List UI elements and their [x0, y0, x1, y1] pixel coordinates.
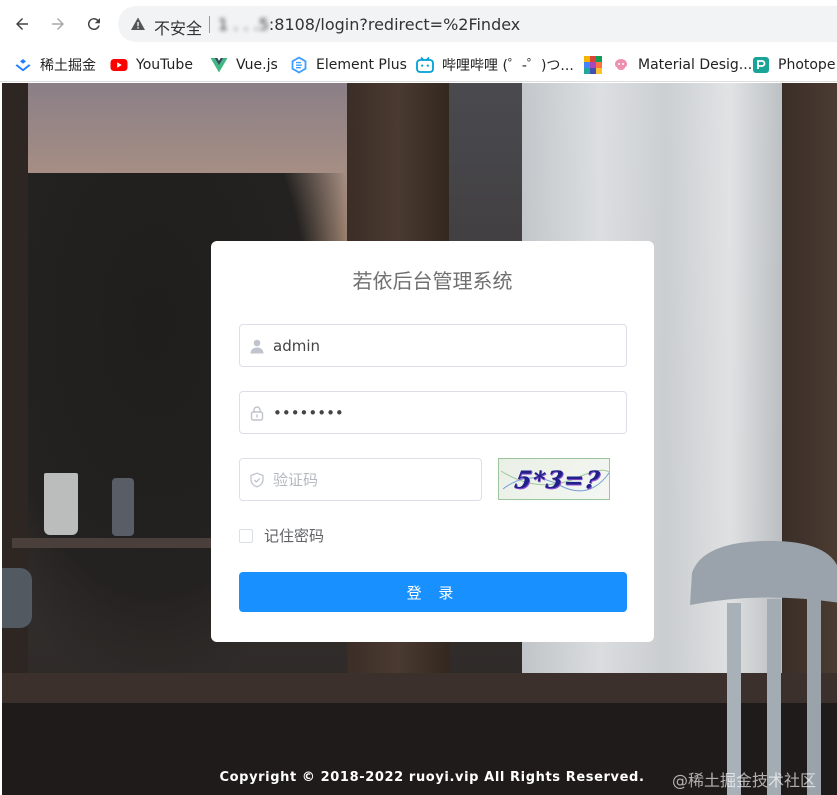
shield-check-icon	[250, 472, 264, 488]
watermark-text: @稀土掘金技术社区	[672, 771, 817, 790]
background-shelf	[12, 538, 212, 548]
page-viewport: 若依后台管理系统 5*3=? 记住密码 登 录 Copyright © 2018…	[2, 83, 837, 795]
login-card: 若依后台管理系统 5*3=? 记住密码 登 录	[211, 241, 654, 642]
background-stool	[2, 568, 32, 628]
password-field[interactable]	[239, 391, 627, 434]
background-cup	[44, 473, 78, 535]
bookmark-color-grid[interactable]	[584, 55, 610, 75]
reload-button[interactable]	[82, 12, 106, 36]
login-button[interactable]: 登 录	[239, 572, 627, 612]
color-grid-icon	[584, 56, 602, 74]
address-separator	[209, 16, 210, 33]
bilibili-icon	[416, 56, 434, 73]
user-icon	[250, 339, 264, 354]
browser-toolbar: 不安全 1 . . .5:8108/login?redirect=%2Finde…	[0, 0, 837, 48]
photopea-icon	[753, 57, 769, 73]
bookmark-photopea[interactable]: Photope	[752, 55, 835, 75]
youtube-icon	[110, 59, 128, 71]
bookmark-label: 稀土掘金	[40, 58, 96, 74]
bookmark-material-design[interactable]: Material Desig...	[612, 55, 752, 75]
back-button[interactable]	[10, 12, 34, 36]
username-input[interactable]	[273, 326, 618, 365]
bookmarks-bar: 稀土掘金 YouTube Vue.js Element Plus 哔哩哔哩 (゜…	[0, 48, 837, 82]
login-title: 若依后台管理系统	[352, 269, 513, 293]
material-design-icon	[615, 59, 627, 70]
element-plus-icon	[291, 56, 307, 74]
captcha-field[interactable]	[239, 458, 482, 501]
bookmark-element-plus[interactable]: Element Plus	[290, 55, 407, 75]
background-bottle	[112, 478, 134, 536]
warning-icon	[131, 17, 145, 30]
arrow-left-icon	[16, 18, 28, 30]
captcha-text: 5*3=?	[512, 465, 603, 494]
url-host: 1 . . .5	[218, 15, 269, 34]
bookmark-youtube[interactable]: YouTube	[110, 55, 193, 75]
remember-checkbox[interactable]	[239, 528, 253, 543]
bookmark-bilibili[interactable]: 哔哩哔哩 (゜-゜)つ...	[416, 55, 574, 75]
password-input[interactable]	[273, 393, 618, 432]
background-chair	[690, 540, 837, 795]
bookmark-label: Photope	[778, 57, 836, 73]
remember-label: 记住密码	[264, 527, 325, 545]
lock-icon	[250, 406, 264, 421]
reload-icon	[87, 18, 100, 31]
bookmark-label: Element Plus	[316, 57, 407, 73]
vue-icon	[210, 58, 228, 73]
captcha-input[interactable]	[273, 460, 473, 499]
remember-password[interactable]: 记住密码	[239, 525, 324, 546]
address-bar[interactable]: 不安全 1 . . .5:8108/login?redirect=%2Finde…	[118, 6, 837, 42]
bookmark-label: Material Desig...	[638, 57, 753, 73]
username-field[interactable]	[239, 324, 627, 367]
bookmark-label: YouTube	[136, 57, 193, 73]
bookmark-vue[interactable]: Vue.js	[210, 55, 278, 75]
captcha-image[interactable]: 5*3=?	[498, 458, 610, 500]
bookmark-label: 哔哩哔哩 (゜-゜)つ...	[442, 58, 574, 74]
arrow-right-icon	[52, 18, 64, 30]
juejin-icon	[15, 59, 31, 72]
insecure-label: 不安全	[154, 19, 203, 38]
bookmark-label: Vue.js	[236, 57, 278, 73]
url-text: 1 . . .5:8108/login?redirect=%2Findex	[218, 15, 520, 34]
url-path: :8108/login?redirect=%2Findex	[268, 15, 521, 34]
forward-button[interactable]	[46, 12, 70, 36]
bookmark-juejin[interactable]: 稀土掘金	[14, 55, 96, 75]
